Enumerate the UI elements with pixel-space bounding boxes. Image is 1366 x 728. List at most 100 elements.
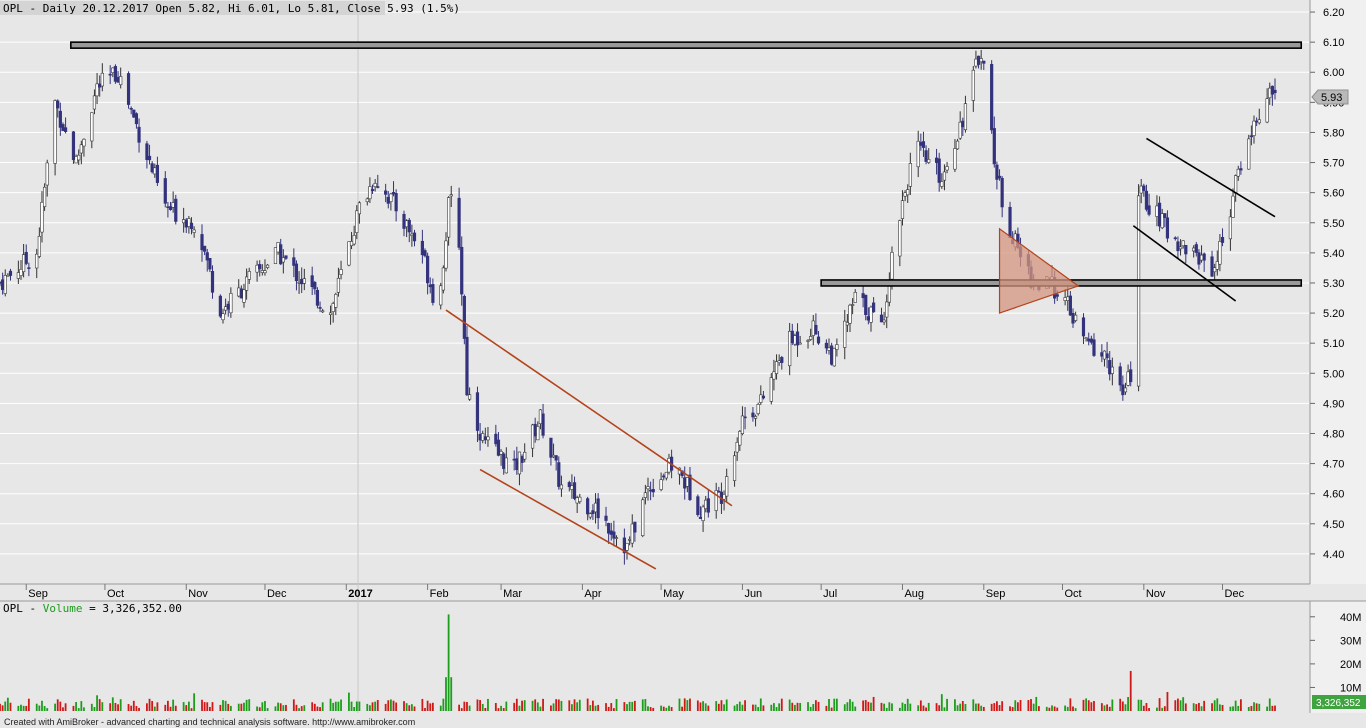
time-axis-label: Feb <box>430 588 449 600</box>
volume-bar <box>1234 700 1237 711</box>
volume-bar <box>340 699 342 711</box>
candle-up <box>927 159 931 163</box>
candle-up <box>853 292 857 303</box>
candle-down <box>155 164 160 183</box>
volume-bar <box>1216 698 1219 711</box>
volume-bar <box>119 699 122 711</box>
volume-bar <box>1066 706 1069 711</box>
volume-bar <box>1037 706 1040 711</box>
volume-bar <box>867 701 870 711</box>
volume-bar <box>337 701 340 711</box>
candle-up <box>1218 241 1222 265</box>
volume-bar <box>1247 706 1250 711</box>
candle-down <box>1108 360 1112 375</box>
volume-bar <box>901 702 904 711</box>
candle-down <box>1176 241 1180 252</box>
volume-bar <box>975 703 977 711</box>
volume-bar <box>151 701 154 711</box>
candle-down <box>591 510 595 515</box>
candle-up <box>1199 254 1204 261</box>
candle-down <box>391 192 396 195</box>
candle-down <box>1105 353 1109 359</box>
candle-down <box>163 178 167 204</box>
volume-bar <box>623 702 626 711</box>
candle-up <box>90 112 94 142</box>
volume-bar <box>723 704 725 711</box>
candle-down <box>384 190 388 195</box>
time-axis-label: Sep <box>986 588 1006 600</box>
candle-up <box>504 457 508 474</box>
candle-up <box>1139 185 1143 194</box>
candle-down <box>168 206 173 210</box>
candle-down <box>872 302 876 313</box>
volume-bar <box>1048 707 1051 711</box>
volume-bar <box>670 707 673 711</box>
candle-down <box>864 294 868 316</box>
volume-bar <box>1145 703 1148 711</box>
candle-down <box>924 150 928 162</box>
candle-down <box>132 109 136 118</box>
candle-up <box>95 83 99 97</box>
candle-down <box>934 157 939 163</box>
volume-bar <box>594 705 597 711</box>
volume-bar <box>350 701 353 711</box>
candle-down <box>515 458 519 471</box>
volume-bar <box>589 705 592 711</box>
candle-up <box>255 264 259 273</box>
chart-canvas[interactable]: 6.206.106.005.905.805.705.605.505.405.30… <box>0 0 1366 728</box>
volume-bar <box>43 706 46 711</box>
candle-down <box>976 55 981 65</box>
candle-down <box>310 275 314 288</box>
candle-down <box>696 496 700 516</box>
candle-down <box>982 60 986 64</box>
volume-bar <box>1195 704 1198 711</box>
candle-up <box>759 394 763 403</box>
volume-bar <box>98 699 101 711</box>
candle-down <box>607 523 611 534</box>
candle-up <box>769 377 773 402</box>
candle-up <box>835 344 839 350</box>
candle-down <box>1129 369 1133 383</box>
volume-bar <box>424 708 426 711</box>
volume-bar <box>240 703 243 711</box>
volume-bar <box>500 705 502 711</box>
candle-up <box>1074 314 1078 321</box>
candle-up <box>551 454 556 458</box>
candle-up <box>643 492 647 498</box>
candle-down <box>1 279 5 290</box>
volume-bar <box>704 703 707 711</box>
candle-down <box>649 489 653 492</box>
volume-bar <box>935 703 938 711</box>
volume-bar <box>738 701 741 711</box>
volume-bar <box>925 707 927 711</box>
volume-bar <box>146 703 148 711</box>
candle-up <box>334 293 338 308</box>
volume-bar <box>1027 700 1030 711</box>
candle-down <box>512 458 516 461</box>
volume-bar <box>1 705 4 711</box>
volume-bar <box>279 703 282 711</box>
candle-up <box>740 415 745 434</box>
candle-down <box>1081 317 1086 337</box>
volume-bar <box>56 699 59 711</box>
volume-bar <box>164 704 167 711</box>
candle-up <box>1160 213 1164 229</box>
volume-pane[interactable] <box>0 601 1310 713</box>
candle-up <box>793 335 797 345</box>
resistance-zone <box>70 41 1303 49</box>
volume-bar <box>274 706 277 711</box>
price-tick-label: 5.80 <box>1323 127 1344 139</box>
price-tick-label: 5.70 <box>1323 158 1344 170</box>
candle-down <box>533 423 537 437</box>
price-pane[interactable] <box>0 0 1310 584</box>
volume-bar <box>54 703 56 711</box>
candle-down <box>420 240 424 256</box>
time-axis-label: Nov <box>188 588 208 600</box>
candle-up <box>229 293 233 314</box>
volume-bar <box>83 707 85 711</box>
volume-bar <box>187 701 190 711</box>
candle-down <box>1184 244 1188 255</box>
volume-last-marker: 3,326,352 <box>1312 695 1366 709</box>
candle-up <box>331 303 335 312</box>
candle-up <box>40 202 44 233</box>
